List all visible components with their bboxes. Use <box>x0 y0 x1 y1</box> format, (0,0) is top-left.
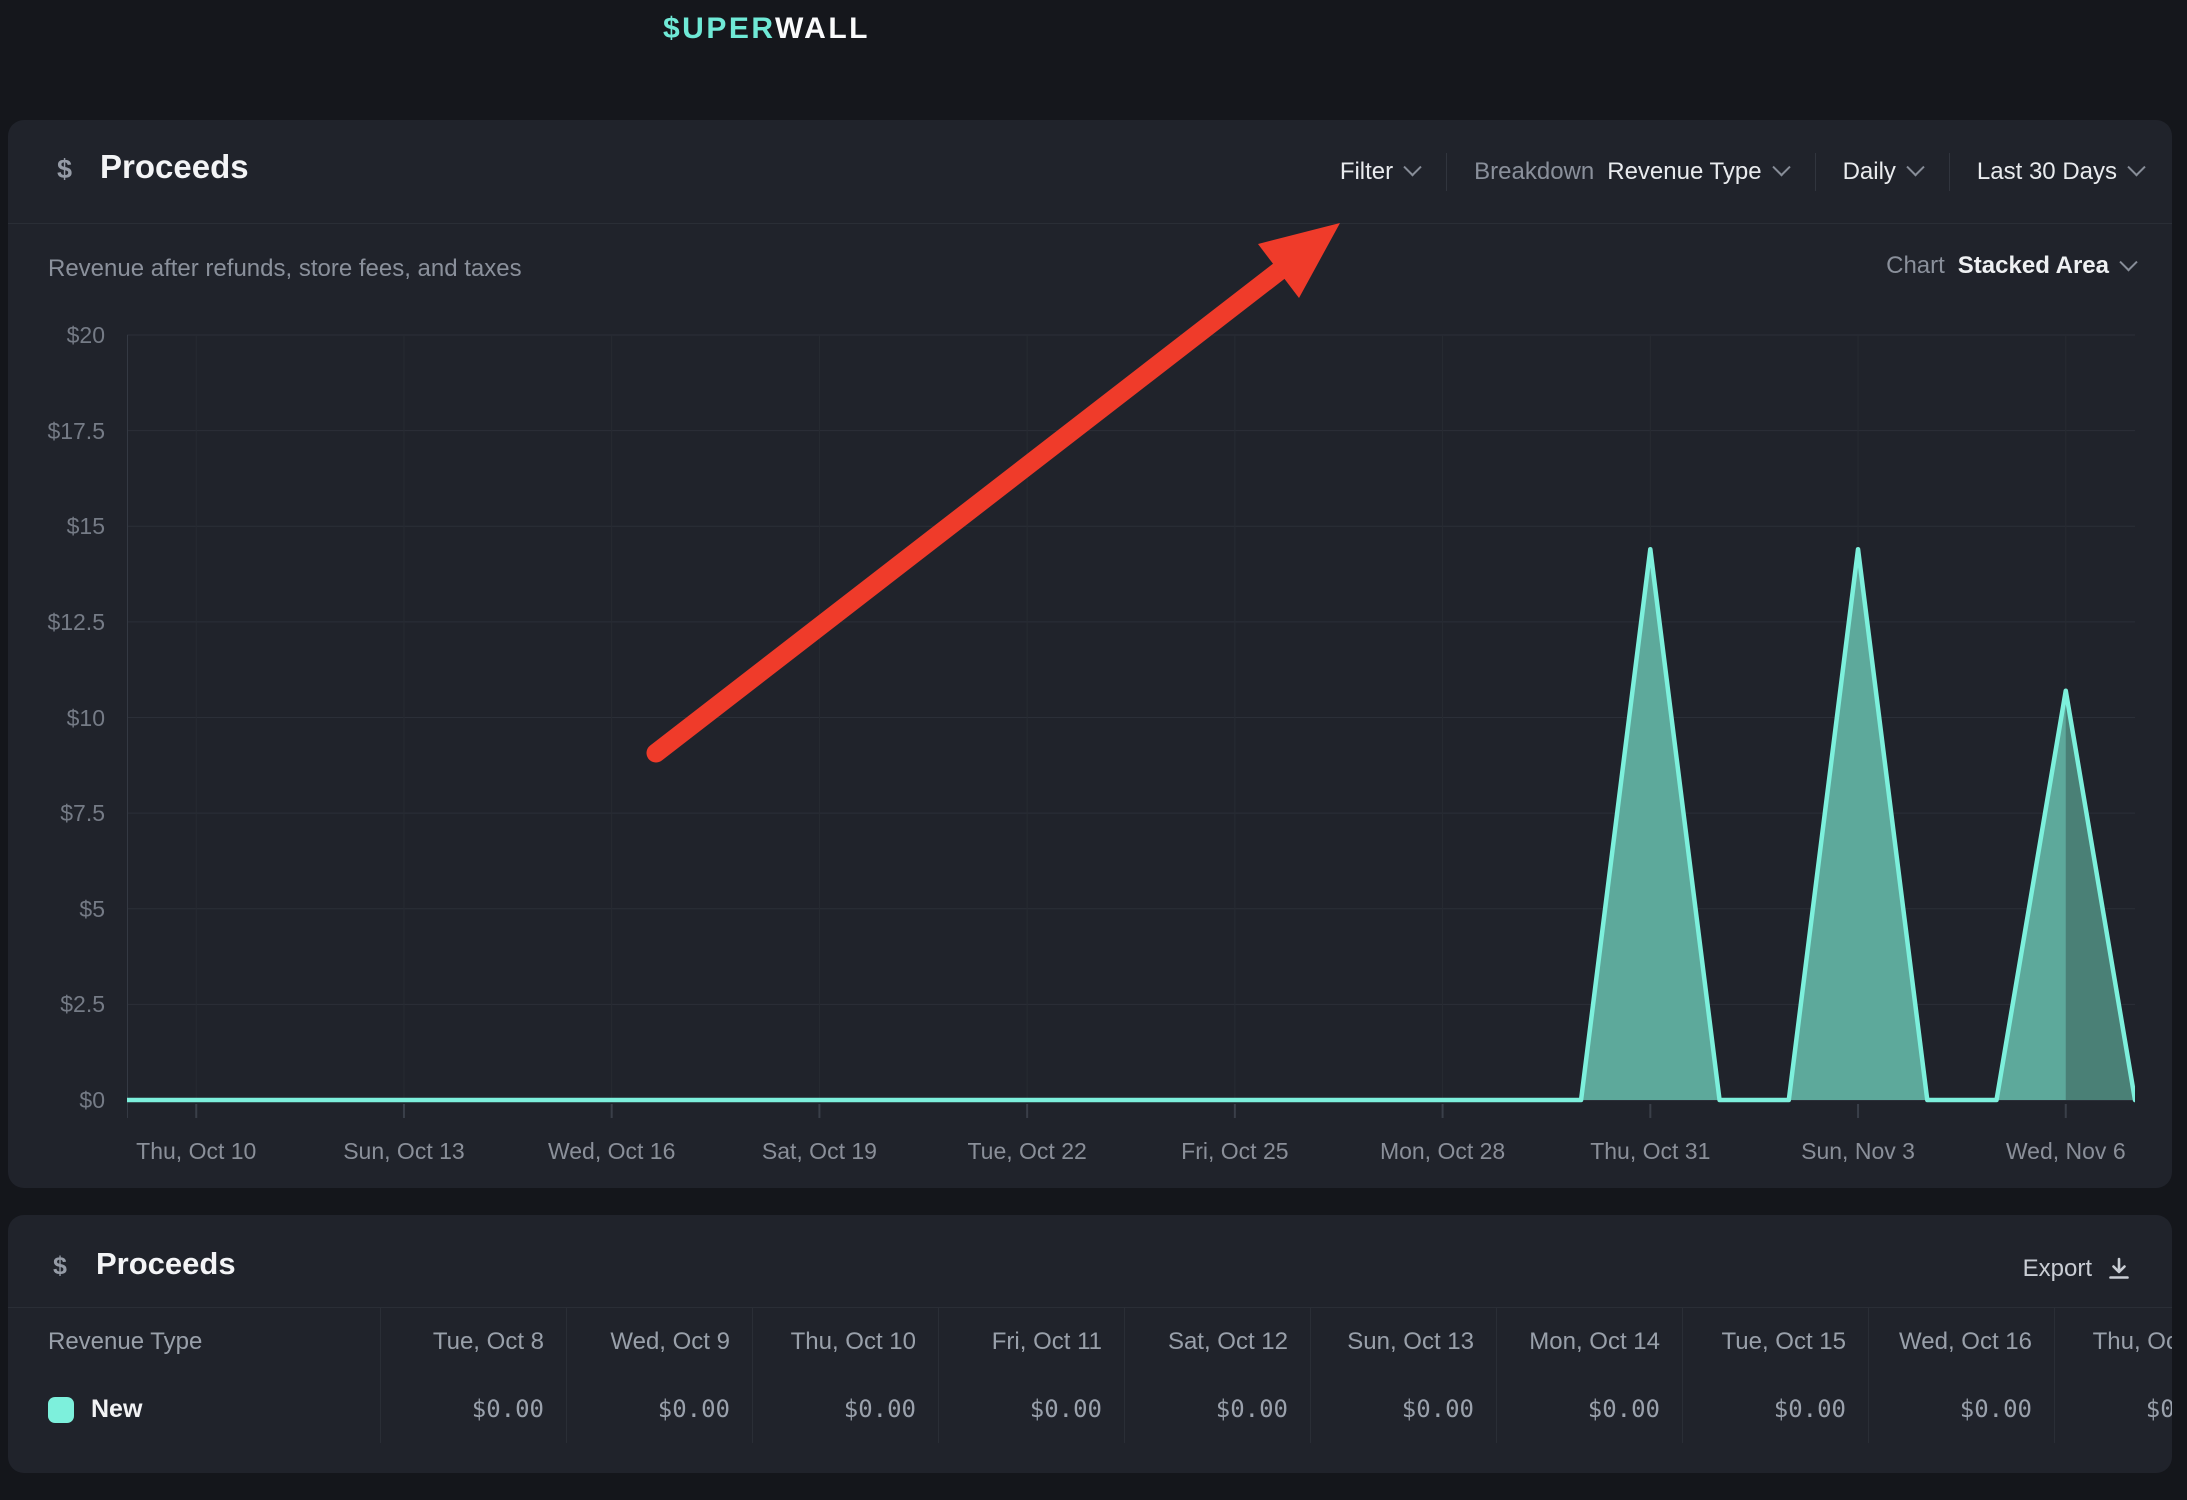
filter-label: Filter <box>1340 158 1393 186</box>
table-value-cell: $0.00 <box>1682 1376 1868 1443</box>
y-axis-tick-label: $2.5 <box>10 991 105 1018</box>
y-axis-tick-label: $7.5 <box>10 800 105 827</box>
export-label: Export <box>2023 1255 2092 1283</box>
column-header-date: Thu, Oct 10 <box>752 1308 938 1376</box>
y-axis-tick-label: $10 <box>10 705 105 732</box>
breakdown-dropdown[interactable]: Breakdown Revenue Type <box>1447 158 1814 186</box>
dollar-icon: $ <box>57 154 72 185</box>
date-range-dropdown[interactable]: Last 30 Days <box>1950 158 2143 186</box>
chart-toolbar: Filter Breakdown Revenue Type Daily Last… <box>1313 120 2143 223</box>
chart-area-series-new <box>127 549 2135 1100</box>
table-value-cell: $0.00 <box>938 1376 1124 1443</box>
table-value-cell: $0.00 <box>1310 1376 1496 1443</box>
chevron-down-icon <box>1403 158 1421 176</box>
download-icon <box>2106 1256 2132 1282</box>
table-value-cell: $0.00 <box>2054 1376 2172 1443</box>
granularity-dropdown[interactable]: Daily <box>1816 158 1949 186</box>
x-axis-tick-label: Wed, Nov 6 <box>1966 1138 2166 1165</box>
breakdown-label: Breakdown <box>1474 158 1594 186</box>
proceeds-table: Revenue TypeTue, Oct 8Wed, Oct 9Thu, Oct… <box>8 1308 2172 1444</box>
table-header-row: Revenue TypeTue, Oct 8Wed, Oct 9Thu, Oct… <box>8 1308 2172 1376</box>
x-axis-tick-label: Thu, Oct 31 <box>1550 1138 1750 1165</box>
x-axis-tick-label: Sat, Oct 19 <box>719 1138 919 1165</box>
table-value-cell: $0.00 <box>1868 1376 2054 1443</box>
table-value-cell: $0.00 <box>1496 1376 1682 1443</box>
chevron-down-icon <box>2119 253 2137 271</box>
table-value-cell: $0.00 <box>380 1376 566 1443</box>
table-card-title: Proceeds <box>96 1246 236 1282</box>
column-header-date: Tue, Oct 15 <box>1682 1308 1868 1376</box>
chart-card-title: Proceeds <box>100 148 249 186</box>
table-row: New$0.00$0.00$0.00$0.00$0.00$0.00$0.00$0… <box>8 1376 2172 1443</box>
granularity-value: Daily <box>1843 158 1896 186</box>
chart-x-axis-labels: Thu, Oct 10Sun, Oct 13Wed, Oct 16Sat, Oc… <box>127 1132 2135 1172</box>
column-header-date: Mon, Oct 14 <box>1496 1308 1682 1376</box>
chevron-down-icon <box>1906 158 1924 176</box>
chevron-down-icon <box>2127 158 2145 176</box>
chart-type-dropdown[interactable]: Chart Stacked Area <box>1886 252 2135 280</box>
table-value-cell: $0.00 <box>566 1376 752 1443</box>
card-header-divider <box>8 223 2172 224</box>
y-axis-tick-label: $0 <box>10 1087 105 1114</box>
chart-type-label: Chart <box>1886 252 1945 280</box>
y-axis-tick-label: $20 <box>10 322 105 349</box>
column-header-date: Thu, Oct 17 <box>2054 1308 2172 1376</box>
series-swatch-new <box>48 1397 74 1423</box>
x-axis-tick-label: Tue, Oct 22 <box>927 1138 1127 1165</box>
proceeds-table-card: $ Proceeds Export Revenue TypeTue, Oct 8… <box>8 1215 2172 1473</box>
column-header-date: Wed, Oct 9 <box>566 1308 752 1376</box>
filter-dropdown[interactable]: Filter <box>1313 158 1446 186</box>
logo-accent-text: $UPER <box>663 12 775 45</box>
y-axis-tick-label: $17.5 <box>10 418 105 445</box>
chart-plot-area <box>127 330 2135 1122</box>
dollar-icon: $ <box>53 1252 67 1281</box>
x-axis-tick-label: Thu, Oct 10 <box>96 1138 296 1165</box>
series-name-new: New <box>91 1376 142 1443</box>
export-button[interactable]: Export <box>2023 1255 2132 1283</box>
column-header-date: Wed, Oct 16 <box>1868 1308 2054 1376</box>
chart-y-axis-labels: $20$17.5$15$12.5$10$7.5$5$2.5$0 <box>8 330 115 1110</box>
column-header-revenue-type: Revenue Type <box>8 1308 380 1376</box>
column-header-date: Tue, Oct 8 <box>380 1308 566 1376</box>
x-axis-tick-label: Sun, Oct 13 <box>304 1138 504 1165</box>
superwall-logo[interactable]: $UPERWALL <box>663 12 870 46</box>
x-axis-tick-label: Fri, Oct 25 <box>1135 1138 1335 1165</box>
top-nav-bar: $UPERWALL <box>0 0 2187 120</box>
x-axis-tick-label: Mon, Oct 28 <box>1343 1138 1543 1165</box>
breakdown-value: Revenue Type <box>1607 158 1761 186</box>
y-axis-tick-label: $5 <box>10 896 105 923</box>
column-header-date: Sun, Oct 13 <box>1310 1308 1496 1376</box>
x-axis-tick-label: Sun, Nov 3 <box>1758 1138 1958 1165</box>
chart-type-value: Stacked Area <box>1958 252 2109 280</box>
logo-rest-text: WALL <box>775 12 870 45</box>
y-axis-tick-label: $12.5 <box>10 609 105 636</box>
chevron-down-icon <box>1772 158 1790 176</box>
chart-subtitle: Revenue after refunds, store fees, and t… <box>48 255 522 283</box>
table-value-cell: $0.00 <box>1124 1376 1310 1443</box>
proceeds-chart-card: $ Proceeds Filter Breakdown Revenue Type… <box>8 120 2172 1188</box>
y-axis-tick-label: $15 <box>10 513 105 540</box>
table-row-label-cell: New <box>8 1376 380 1443</box>
column-header-date: Fri, Oct 11 <box>938 1308 1124 1376</box>
x-axis-tick-label: Wed, Oct 16 <box>512 1138 712 1165</box>
table-value-cell: $0.00 <box>752 1376 938 1443</box>
stacked-area-chart <box>127 330 2135 1122</box>
column-header-date: Sat, Oct 12 <box>1124 1308 1310 1376</box>
date-range-value: Last 30 Days <box>1977 158 2117 186</box>
